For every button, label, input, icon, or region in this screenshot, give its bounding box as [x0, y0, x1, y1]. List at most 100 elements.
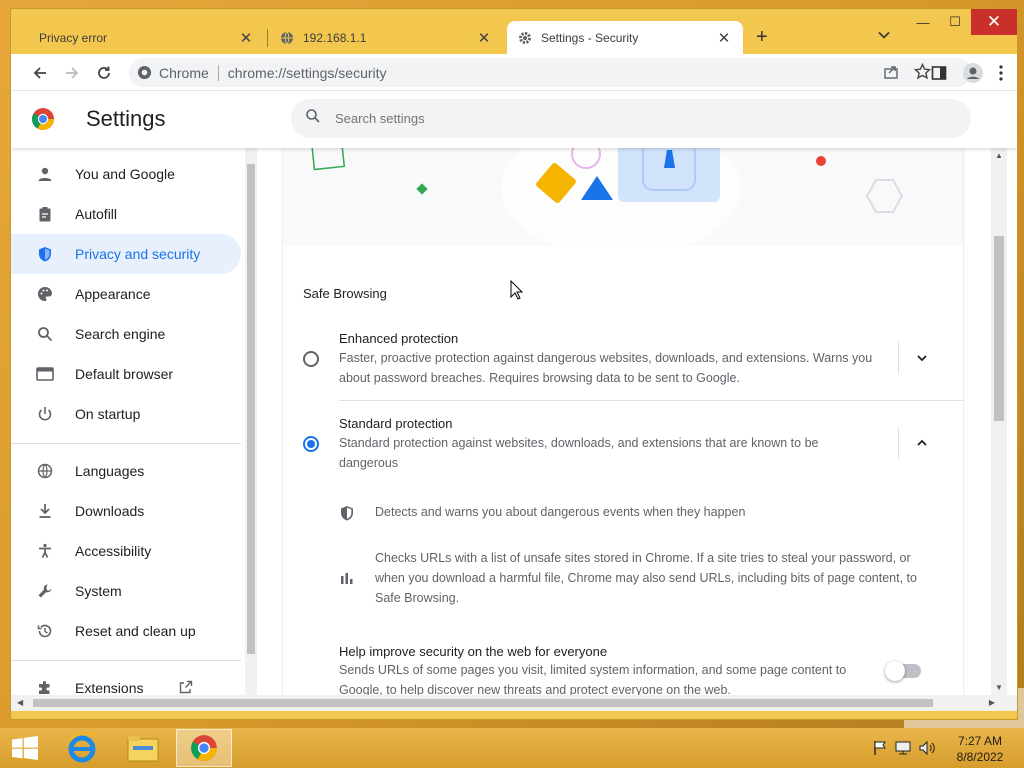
close-tab-icon[interactable]: ✕	[237, 29, 255, 47]
sidebar-scrollbar[interactable]	[245, 148, 257, 695]
sidebar-item-label: Languages	[75, 463, 145, 479]
close-tab-icon[interactable]: ✕	[715, 29, 733, 47]
scroll-right-arrow-icon[interactable]: ▶	[989, 698, 995, 707]
sidebar-item-accessibility[interactable]: Accessibility	[11, 531, 241, 571]
scroll-down-arrow-icon[interactable]: ▼	[995, 683, 1003, 692]
sidebar-item-search-engine[interactable]: Search engine	[11, 314, 241, 354]
bar-chart-icon	[339, 570, 357, 588]
content-scrollbar-thumb[interactable]	[994, 236, 1004, 421]
chrome-page-icon	[137, 65, 152, 83]
address-bar[interactable]: Chrome chrome://settings/security	[129, 58, 971, 87]
safe-browsing-heading: Safe Browsing	[303, 286, 387, 301]
sidebar-item-privacy-and-security[interactable]: Privacy and security	[11, 234, 241, 274]
sidebar-item-languages[interactable]: Languages	[11, 451, 241, 491]
help-improve-security-option[interactable]: Help improve security on the web for eve…	[303, 644, 943, 695]
close-tab-icon[interactable]: ✕	[475, 29, 493, 47]
sidebar-item-reset-and-clean-up[interactable]: Reset and clean up	[11, 611, 241, 651]
sidebar-item-default-browser[interactable]: Default browser	[11, 354, 241, 394]
share-icon[interactable]	[883, 64, 899, 83]
new-tab-button[interactable]: +	[756, 26, 768, 49]
sidebar-divider	[11, 443, 241, 444]
profile-avatar-icon[interactable]	[963, 63, 983, 88]
sidebar-scrollbar-thumb[interactable]	[247, 164, 255, 654]
mouse-cursor-icon	[510, 279, 524, 305]
help-improve-toggle[interactable]	[885, 661, 921, 681]
tab-settings-security[interactable]: Settings - Security ✕	[507, 21, 743, 54]
scroll-left-arrow-icon[interactable]: ◀	[17, 698, 23, 707]
option-separator	[339, 400, 963, 401]
sidebar-item-autofill[interactable]: Autofill	[11, 194, 241, 234]
chrome-icon	[191, 735, 217, 761]
help-improve-title: Help improve security on the web for eve…	[339, 644, 608, 659]
expand-enhanced-button[interactable]	[911, 347, 933, 369]
palette-icon	[35, 284, 55, 304]
help-improve-description: Sends URLs of some pages you visit, limi…	[339, 663, 847, 695]
enhanced-protection-description: Faster, proactive protection against dan…	[339, 351, 873, 385]
reload-icon	[98, 66, 110, 79]
sidebar-item-appearance[interactable]: Appearance	[11, 274, 241, 314]
enhanced-protection-option[interactable]: Enhanced protection Faster, proactive pr…	[303, 328, 943, 396]
network-icon[interactable]	[894, 740, 912, 761]
close-window-button[interactable]: ✕	[971, 9, 1017, 35]
side-panel-icon[interactable]	[931, 65, 947, 86]
clock-date: 8/8/2022	[956, 750, 1004, 764]
back-button[interactable]	[29, 62, 51, 84]
taskbar-chrome[interactable]	[176, 729, 232, 767]
option-divider	[898, 342, 899, 374]
security-illustration	[283, 148, 963, 246]
forward-button[interactable]	[61, 62, 83, 84]
content-scrollbar[interactable]: ▲ ▼	[991, 148, 1007, 695]
sidebar-item-label: Downloads	[75, 503, 145, 519]
browser-window: Privacy error ✕ 192.168.1.1 ✕ Settings -…	[10, 8, 1018, 720]
more-menu-icon[interactable]	[999, 65, 1003, 86]
maximize-button[interactable]: ☐	[939, 9, 971, 35]
collapse-standard-button[interactable]	[911, 432, 933, 454]
url-text[interactable]: chrome://settings/security	[228, 65, 387, 81]
reload-button[interactable]	[93, 62, 115, 84]
tab-search-chevron-icon[interactable]	[877, 28, 891, 42]
tab-label: Settings - Security	[541, 30, 639, 45]
sidebar-item-downloads[interactable]: Downloads	[11, 491, 241, 531]
sidebar-item-on-startup[interactable]: On startup	[11, 394, 241, 434]
flag-icon[interactable]	[872, 740, 888, 761]
chrome-logo-icon	[31, 107, 55, 131]
sidebar-item-label: Search engine	[75, 326, 166, 342]
globe-icon	[279, 30, 295, 46]
scroll-up-arrow-icon[interactable]: ▲	[995, 151, 1003, 160]
standard-protection-radio[interactable]	[303, 436, 319, 452]
standard-protection-description: Standard protection against websites, do…	[339, 436, 819, 470]
settings-sidebar: You and Google Autofill Privacy and secu…	[11, 148, 251, 695]
settings-page: Settings You and Google Autofill Privacy…	[11, 91, 1017, 695]
sidebar-divider	[11, 660, 241, 661]
sidebar-item-system[interactable]: System	[11, 571, 241, 611]
sidebar-item-label: Extensions	[75, 680, 144, 695]
sidebar-item-label: Privacy and security	[75, 246, 201, 262]
sidebar-item-label: Autofill	[75, 206, 118, 222]
internet-explorer-icon	[67, 732, 96, 763]
tab-router[interactable]: 192.168.1.1 ✕	[271, 21, 503, 54]
taskbar-file-explorer[interactable]	[115, 729, 171, 767]
taskbar-clock[interactable]: 7:27 AM 8/8/2022	[948, 733, 1012, 765]
settings-search[interactable]	[291, 99, 971, 138]
start-button[interactable]	[0, 729, 50, 767]
search-settings-input[interactable]	[335, 111, 935, 126]
sidebar-item-label: Appearance	[75, 286, 151, 302]
tab-label: 192.168.1.1	[303, 30, 367, 45]
clock-time: 7:27 AM	[957, 734, 1003, 748]
window-controls: — ☐ ✕	[907, 9, 1017, 35]
page-title: Settings	[86, 106, 166, 131]
wrench-icon	[35, 581, 55, 601]
enhanced-protection-radio[interactable]	[303, 351, 319, 367]
tab-privacy-error[interactable]: Privacy error ✕	[25, 21, 265, 54]
gear-icon	[517, 30, 533, 46]
sidebar-item-extensions[interactable]: Extensions	[11, 668, 241, 695]
sidebar-item-label: You and Google	[75, 166, 175, 182]
volume-icon[interactable]	[918, 740, 936, 761]
bookmark-star-icon[interactable]	[913, 62, 932, 83]
horizontal-scrollbar-thumb[interactable]	[33, 699, 933, 707]
minimize-button[interactable]: —	[907, 9, 939, 35]
standard-protection-option[interactable]: Standard protection Standard protection …	[303, 413, 943, 481]
taskbar-internet-explorer[interactable]	[54, 729, 110, 767]
sidebar-item-you-and-google[interactable]: You and Google	[11, 154, 241, 194]
horizontal-scrollbar[interactable]: ◀ ▶	[11, 695, 1017, 711]
